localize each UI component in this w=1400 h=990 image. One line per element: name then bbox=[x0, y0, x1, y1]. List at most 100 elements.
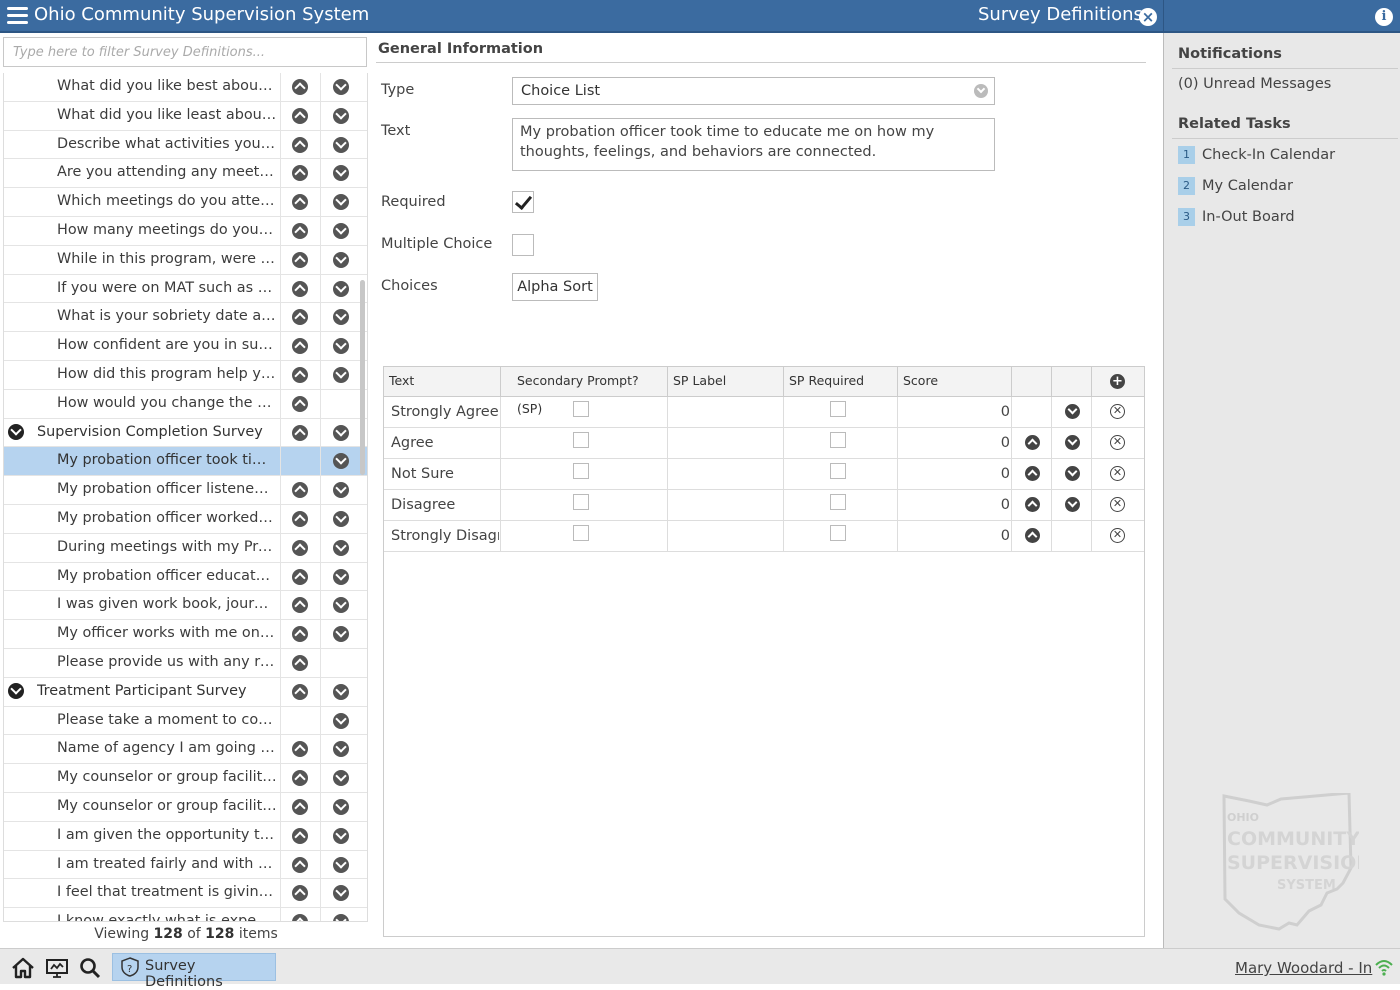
tree-item-row[interactable]: I was given work book, journali... bbox=[4, 591, 367, 621]
choice-row[interactable]: Disagree 0 ✕ bbox=[384, 490, 1144, 521]
move-up-icon[interactable] bbox=[292, 107, 308, 124]
move-down-icon[interactable] bbox=[333, 683, 349, 700]
tree-item-row[interactable]: Name of agency I am going to: bbox=[4, 735, 367, 765]
move-up-icon[interactable] bbox=[292, 165, 308, 182]
choice-row[interactable]: Not Sure 0 ✕ bbox=[384, 459, 1144, 490]
move-up-icon[interactable] bbox=[292, 366, 308, 383]
choice-score[interactable]: 0 bbox=[898, 435, 1010, 451]
move-up-icon[interactable] bbox=[292, 597, 308, 614]
remove-choice-icon[interactable]: ✕ bbox=[1110, 528, 1125, 543]
choice-text[interactable]: Strongly Disagree bbox=[391, 528, 499, 544]
tree-item-row[interactable]: How many meetings do you att... bbox=[4, 216, 367, 246]
choice-text[interactable]: Strongly Agree bbox=[391, 404, 499, 420]
remove-choice-icon[interactable]: ✕ bbox=[1110, 497, 1125, 512]
remove-choice-icon[interactable]: ✕ bbox=[1110, 435, 1125, 450]
header-sp-required[interactable]: SP Required bbox=[784, 367, 898, 397]
move-down-icon[interactable] bbox=[333, 424, 349, 441]
tree-item-row[interactable]: If you were on MAT such as Vivi... bbox=[4, 274, 367, 304]
move-up-icon[interactable] bbox=[1025, 497, 1040, 512]
tree-item-row[interactable]: Describe what activities you cu... bbox=[4, 130, 367, 160]
tree-item-row[interactable]: My probation officer took time ... bbox=[4, 447, 367, 477]
move-down-icon[interactable] bbox=[333, 539, 349, 556]
type-select[interactable]: Choice List bbox=[512, 77, 995, 105]
move-down-icon[interactable] bbox=[333, 222, 349, 239]
move-up-icon[interactable] bbox=[292, 194, 308, 211]
tree-item-row[interactable]: How would you change the Me... bbox=[4, 389, 367, 419]
tree-item-row[interactable]: I am given the opportunity to d... bbox=[4, 821, 367, 851]
user-status-link[interactable]: Mary Woodard - In bbox=[1235, 959, 1372, 977]
info-icon[interactable]: i bbox=[1375, 8, 1393, 26]
choice-score[interactable]: 0 bbox=[898, 497, 1010, 513]
move-down-icon[interactable] bbox=[333, 798, 349, 815]
move-up-icon[interactable] bbox=[292, 856, 308, 873]
move-down-icon[interactable] bbox=[333, 827, 349, 844]
move-up-icon[interactable] bbox=[292, 741, 308, 758]
move-up-icon[interactable] bbox=[292, 683, 308, 700]
move-up-icon[interactable] bbox=[292, 654, 308, 671]
secondary-prompt-checkbox[interactable] bbox=[573, 401, 589, 417]
tree-item-row[interactable]: What did you like least about t... bbox=[4, 101, 367, 131]
move-down-icon[interactable] bbox=[333, 856, 349, 873]
choice-score[interactable]: 0 bbox=[898, 404, 1010, 420]
tree-item-row[interactable]: What is your sobriety date and ... bbox=[4, 303, 367, 333]
move-up-icon[interactable] bbox=[292, 626, 308, 643]
choice-text[interactable]: Disagree bbox=[391, 497, 499, 513]
move-up-icon[interactable] bbox=[292, 222, 308, 239]
tree-item-row[interactable]: My officer works with me on de... bbox=[4, 620, 367, 649]
move-down-icon[interactable] bbox=[333, 510, 349, 527]
move-down-icon[interactable] bbox=[1065, 404, 1080, 419]
search-icon[interactable] bbox=[78, 956, 102, 980]
move-up-icon[interactable] bbox=[292, 885, 308, 902]
choice-row[interactable]: Agree 0 ✕ bbox=[384, 428, 1144, 459]
move-down-icon[interactable] bbox=[333, 770, 349, 787]
survey-tree[interactable]: What did you like best about th... What d… bbox=[3, 73, 368, 922]
choice-score[interactable]: 0 bbox=[898, 528, 1010, 544]
move-down-icon[interactable] bbox=[333, 597, 349, 614]
choice-score[interactable]: 0 bbox=[898, 466, 1010, 482]
secondary-prompt-checkbox[interactable] bbox=[573, 494, 589, 510]
tree-item-row[interactable]: My probation officer worked wi... bbox=[4, 504, 367, 534]
move-down-icon[interactable] bbox=[333, 366, 349, 383]
move-down-icon[interactable] bbox=[333, 338, 349, 355]
move-down-icon[interactable] bbox=[333, 79, 349, 95]
multiple-choice-checkbox[interactable] bbox=[512, 234, 534, 256]
move-up-icon[interactable] bbox=[292, 136, 308, 153]
filter-input[interactable] bbox=[3, 37, 367, 67]
remove-choice-icon[interactable]: ✕ bbox=[1110, 466, 1125, 481]
header-score[interactable]: Score bbox=[898, 367, 1012, 397]
move-up-icon[interactable] bbox=[1025, 528, 1040, 543]
tree-item-row[interactable]: My probation officer educated ... bbox=[4, 562, 367, 592]
task-check-in-calendar[interactable]: 1 Check-In Calendar bbox=[1178, 146, 1335, 166]
header-text[interactable]: Text bbox=[384, 367, 501, 397]
move-down-icon[interactable] bbox=[333, 194, 349, 211]
hamburger-menu-icon[interactable] bbox=[7, 7, 28, 25]
move-down-icon[interactable] bbox=[333, 136, 349, 153]
tree-item-row[interactable]: During meetings with my Prob... bbox=[4, 533, 367, 563]
move-down-icon[interactable] bbox=[333, 482, 349, 499]
choice-row[interactable]: Strongly Agree 0 ✕ bbox=[384, 397, 1144, 428]
move-up-icon[interactable] bbox=[292, 568, 308, 585]
tree-item-row[interactable]: What did you like best about th... bbox=[4, 73, 367, 102]
sp-required-checkbox[interactable] bbox=[830, 525, 846, 541]
tree-item-row[interactable]: I know exactly what is expected ... bbox=[4, 908, 367, 921]
move-up-icon[interactable] bbox=[1025, 466, 1040, 481]
required-checkbox[interactable] bbox=[512, 191, 534, 213]
move-up-icon[interactable] bbox=[292, 424, 308, 441]
alpha-sort-button[interactable]: Alpha Sort bbox=[512, 273, 598, 301]
tree-scrollbar[interactable] bbox=[360, 280, 365, 475]
move-down-icon[interactable] bbox=[333, 626, 349, 643]
move-up-icon[interactable] bbox=[292, 510, 308, 527]
move-up-icon[interactable] bbox=[292, 482, 308, 499]
move-up-icon[interactable] bbox=[292, 827, 308, 844]
secondary-prompt-checkbox[interactable] bbox=[573, 432, 589, 448]
tree-item-row[interactable]: Please provide us with any rec... bbox=[4, 648, 367, 678]
move-down-icon[interactable] bbox=[333, 712, 349, 729]
move-down-icon[interactable] bbox=[333, 885, 349, 902]
collapse-chevron-icon[interactable] bbox=[8, 682, 24, 699]
header-secondary-prompt[interactable]: Secondary Prompt? (SP) bbox=[501, 367, 668, 416]
secondary-prompt-checkbox[interactable] bbox=[573, 525, 589, 541]
move-up-icon[interactable] bbox=[292, 79, 308, 95]
move-down-icon[interactable] bbox=[333, 280, 349, 297]
tree-item-row[interactable]: I feel that treatment is giving m... bbox=[4, 879, 367, 909]
move-up-icon[interactable] bbox=[292, 338, 308, 355]
